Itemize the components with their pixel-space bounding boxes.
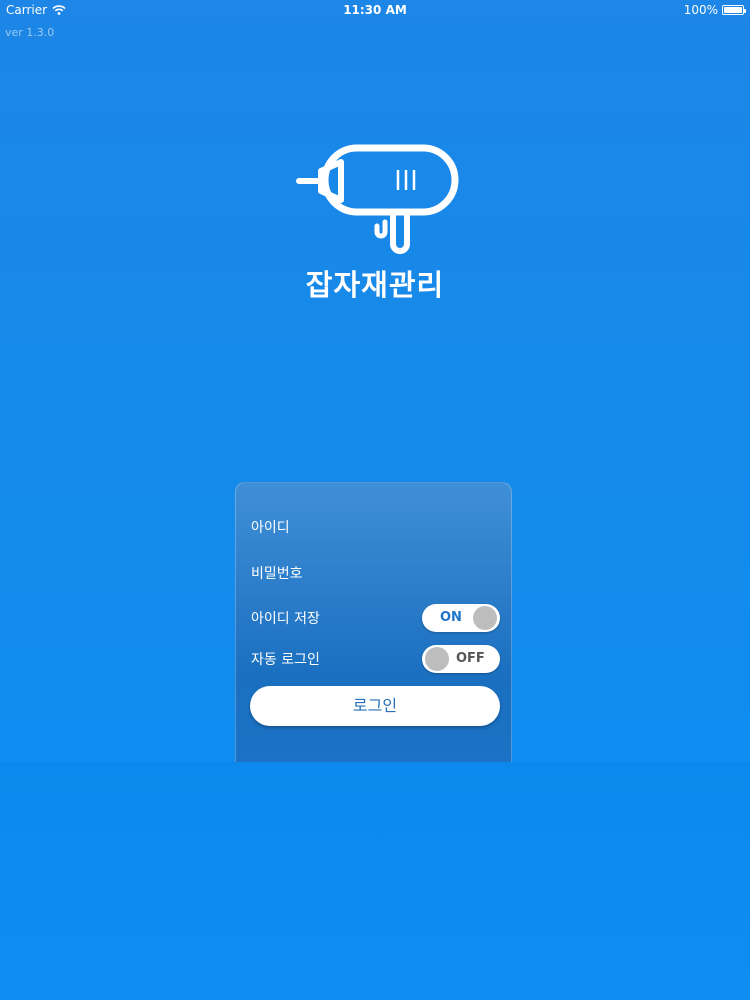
drill-icon — [296, 144, 459, 254]
password-field[interactable]: 비밀번호 — [251, 563, 303, 583]
app-title: 잡자재관리 — [305, 268, 445, 302]
auto-login-toggle-state: OFF — [456, 651, 485, 666]
battery-indicator: 100% — [683, 3, 746, 17]
save-id-label: 아이디 저장 — [251, 611, 320, 627]
login-button[interactable]: 로그인 — [250, 686, 500, 726]
auto-login-toggle[interactable]: OFF — [422, 645, 500, 673]
toggle-knob — [473, 606, 497, 630]
toggle-knob — [425, 647, 449, 671]
battery-icon — [722, 5, 746, 15]
id-field[interactable]: 아이디 — [251, 517, 290, 537]
battery-percent: 100% — [683, 3, 718, 17]
auto-login-label: 자동 로그인 — [251, 652, 320, 668]
version-label: ver 1.3.0 — [5, 26, 55, 39]
status-time: 11:30 AM — [343, 3, 407, 17]
save-id-toggle[interactable]: ON — [422, 604, 500, 632]
background-band — [0, 762, 750, 1000]
login-card: 아이디 비밀번호 아이디 저장 ON 자동 로그인 OFF 로그인 — [235, 482, 512, 762]
status-bar: Carrier 11:30 AM 100% — [0, 0, 750, 20]
save-id-toggle-state: ON — [440, 610, 462, 625]
